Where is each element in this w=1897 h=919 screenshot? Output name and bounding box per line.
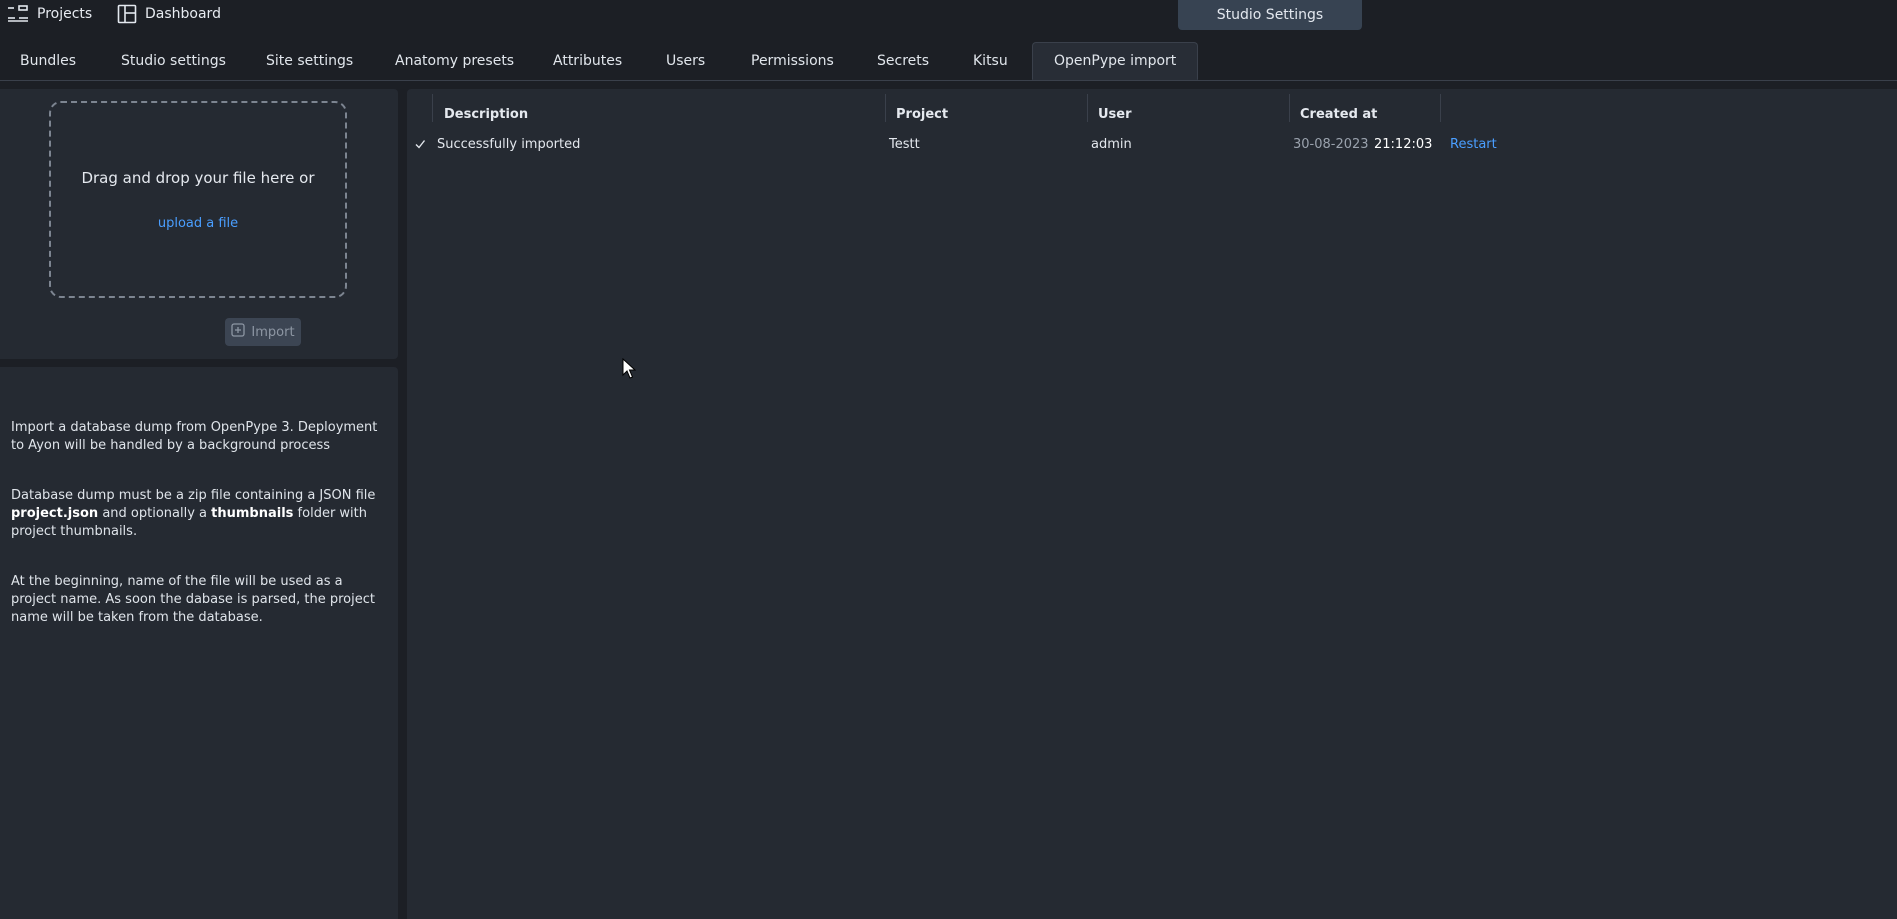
tab-anatomy-presets[interactable]: Anatomy presets xyxy=(395,42,514,80)
cell-description: Successfully imported xyxy=(437,136,581,152)
column-divider xyxy=(1087,94,1088,122)
add-box-icon xyxy=(231,323,246,341)
column-divider xyxy=(1440,94,1441,122)
tab-bundles[interactable]: Bundles xyxy=(20,42,76,80)
tab-label: Anatomy presets xyxy=(395,53,515,69)
check-icon xyxy=(414,133,426,155)
column-divider xyxy=(432,94,433,122)
column-divider xyxy=(1289,94,1290,122)
dashboard-link[interactable]: Dashboard xyxy=(117,3,221,25)
restart-link[interactable]: Restart xyxy=(1450,133,1497,155)
table-row[interactable]: Successfully imported Testt admin 30-08-… xyxy=(407,133,1897,155)
cell-project: Testt xyxy=(889,136,920,152)
upload-file-link[interactable]: upload a file xyxy=(51,216,345,231)
dashboard-label: Dashboard xyxy=(145,6,221,22)
help-text: and optionally a xyxy=(102,506,207,521)
tab-label: Secrets xyxy=(877,53,930,69)
column-divider xyxy=(885,94,886,122)
tab-label: Bundles xyxy=(20,53,77,69)
cell-created-date: 30-08-2023 xyxy=(1293,136,1369,152)
projects-menu[interactable]: Projects xyxy=(7,3,92,25)
tab-kitsu[interactable]: Kitsu xyxy=(973,42,1008,80)
help-paragraph-3: At the beginning, name of the file will … xyxy=(11,574,375,625)
projects-label: Projects xyxy=(37,6,93,22)
dropzone-text: Drag and drop your file here or xyxy=(81,169,315,187)
column-header-created-at[interactable]: Created at xyxy=(1300,101,1377,127)
help-text: Database dump must be a zip file contain… xyxy=(11,488,376,503)
import-label: Import xyxy=(251,324,295,340)
cell-created-time: 21:12:03 xyxy=(1374,136,1433,152)
studio-settings-button[interactable]: Studio Settings xyxy=(1178,0,1362,30)
tab-label: Attributes xyxy=(553,53,623,69)
imports-table: Description Project User Created at Succ… xyxy=(407,89,1897,919)
upload-panel: Drag and drop your file here or upload a… xyxy=(0,89,398,359)
cell-user: admin xyxy=(1091,136,1132,152)
help-bold-filename: project.json xyxy=(11,506,99,521)
tab-secrets[interactable]: Secrets xyxy=(877,42,929,80)
column-header-user[interactable]: User xyxy=(1098,101,1132,127)
tab-attributes[interactable]: Attributes xyxy=(553,42,622,80)
tab-label: Users xyxy=(666,53,706,69)
import-button[interactable]: Import xyxy=(225,318,301,346)
projects-menu-icon xyxy=(7,5,29,23)
tab-permissions[interactable]: Permissions xyxy=(751,42,834,80)
studio-settings-label: Studio Settings xyxy=(1216,7,1324,23)
tab-label: Site settings xyxy=(266,53,354,69)
settings-tabs: Bundles Studio settings Site settings An… xyxy=(0,42,1897,81)
top-bar: Projects Dashboard Studio Settings xyxy=(0,0,1897,30)
help-bold-folder: thumbnails xyxy=(211,506,294,521)
tab-studio-settings[interactable]: Studio settings xyxy=(121,42,226,80)
column-header-description[interactable]: Description xyxy=(444,101,528,127)
file-dropzone[interactable]: Drag and drop your file here or upload a… xyxy=(49,101,347,298)
mouse-cursor-icon xyxy=(622,357,637,384)
tab-label: Permissions xyxy=(751,53,834,69)
tab-users[interactable]: Users xyxy=(666,42,705,80)
help-panel: Import a database dump from OpenPype 3. … xyxy=(0,367,398,919)
tab-site-settings[interactable]: Site settings xyxy=(266,42,353,80)
tab-label: Kitsu xyxy=(973,53,1008,69)
help-paragraph-2: Database dump must be a zip file contain… xyxy=(11,487,391,541)
tab-openpype-import[interactable]: OpenPype import xyxy=(1032,42,1199,80)
help-paragraph-1: Import a database dump from OpenPype 3. … xyxy=(11,420,378,453)
column-header-project[interactable]: Project xyxy=(896,101,948,127)
tab-label: OpenPype import xyxy=(1054,53,1177,69)
tab-label: Studio settings xyxy=(121,53,226,69)
dashboard-icon xyxy=(117,4,137,24)
